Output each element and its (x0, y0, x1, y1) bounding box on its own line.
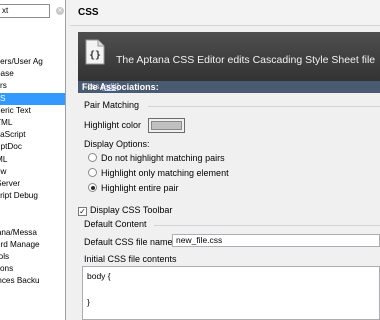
tree-item[interactable]: TML (0, 117, 65, 129)
tree-item[interactable] (0, 202, 65, 214)
svg-text:{}: {} (89, 50, 101, 61)
preferences-tree-panel: xt ✕ sers/User Ag oase rs Sneric Text TML vaS… (0, 0, 66, 320)
css-file-icon: {} (85, 39, 105, 65)
display-css-toolbar-label: Display CSS Toolbar (90, 205, 173, 215)
file-associations-label: File Associations: (82, 82, 159, 92)
pair-matching-title: Pair Matching (84, 100, 140, 110)
tree-item[interactable]: ew (0, 166, 65, 178)
tree-item[interactable]: S (0, 92, 65, 105)
tree-item-label: ptana/Messa (0, 227, 37, 237)
tree-item-label: rs (0, 81, 7, 91)
radio-highlight-entire-pair[interactable]: Highlight entire pair (88, 182, 179, 194)
radio-label: Highlight only matching element (101, 168, 229, 178)
pair-matching-divider (148, 106, 380, 107)
tree-item-label: word Manage (0, 239, 40, 249)
default-content-title: Default Content (84, 219, 147, 229)
default-file-name-input[interactable]: new_file.css (172, 234, 380, 247)
file-associations-bar: File Associations: *.css [edit] (78, 81, 380, 93)
tree-item-label: riptDoc (0, 142, 22, 152)
highlight-color-button[interactable] (148, 118, 185, 133)
default-file-name-label: Default CSS file name (84, 237, 173, 247)
tree-item-label: S (0, 93, 6, 103)
tree-item-label: ML (0, 154, 8, 164)
tree-item-label: Server (0, 178, 21, 188)
checkbox-checked[interactable]: ✓ (78, 207, 87, 216)
page-title: CSS (70, 0, 380, 26)
tree-item[interactable]: Tools (0, 251, 65, 263)
filter-input[interactable]: xt (0, 4, 50, 18)
tree-item-label: sers/User Ag (0, 57, 43, 66)
tree-item-label: rences Backu (0, 276, 40, 286)
radio-button[interactable] (88, 153, 97, 162)
clear-filter-icon[interactable]: ✕ (56, 7, 64, 15)
tree-item-label: oase (0, 69, 14, 79)
tree-item-label: Tools (0, 252, 10, 261)
tree-item-label: vaScript (0, 130, 26, 140)
default-content-divider (154, 225, 380, 226)
tree-item[interactable]: ptana/Messa (0, 227, 65, 239)
tree-item[interactable]: ssions (0, 263, 65, 275)
tree-item[interactable]: ML (0, 154, 65, 166)
tree-item[interactable]: sers/User Ag (0, 56, 65, 68)
tree-item[interactable]: rs (0, 80, 65, 92)
radio-no-highlight[interactable]: Do not highlight matching pairs (88, 152, 225, 164)
radio-button[interactable] (88, 168, 97, 177)
radio-highlight-matching[interactable]: Highlight only matching element (88, 167, 229, 179)
tree-item[interactable]: vaScript (0, 129, 65, 141)
tree-item[interactable]: cript Debug (0, 190, 65, 202)
initial-contents-label: Initial CSS file contents (84, 254, 177, 264)
tree-item-label: neric Text (0, 105, 31, 115)
preference-page: CSS {} The Aptana CSS Editor edits Casca… (70, 0, 380, 320)
tree-item[interactable]: riptDoc (0, 141, 65, 153)
radio-label: Highlight entire pair (101, 183, 179, 193)
highlight-color-label: Highlight color (84, 120, 142, 130)
tree-item[interactable]: rences Backu (0, 275, 65, 287)
initial-contents-textarea[interactable]: body { } (82, 266, 380, 320)
preferences-tree: sers/User Ag oase rs Sneric Text TML vaScript… (0, 56, 65, 288)
highlight-color-swatch (151, 121, 182, 130)
tree-item-label: TML (0, 117, 13, 127)
tree-item[interactable]: se (0, 214, 65, 226)
banner-description: The Aptana CSS Editor edits Cascading St… (116, 54, 376, 66)
tree-item[interactable]: oase (0, 68, 65, 80)
tree-item-label: cript Debug (0, 191, 38, 201)
tree-item[interactable]: Server (0, 178, 65, 190)
radio-label: Do not highlight matching pairs (101, 153, 225, 163)
display-css-toolbar-checkbox[interactable]: ✓ Display CSS Toolbar (78, 204, 172, 216)
tree-item[interactable]: word Manage (0, 239, 65, 251)
tree-item-label: ew (0, 166, 7, 176)
display-options-label: Display Options: (84, 139, 150, 149)
tree-item[interactable]: neric Text (0, 105, 65, 117)
tree-item-label: ssions (0, 264, 14, 274)
radio-button-selected[interactable] (88, 183, 97, 192)
